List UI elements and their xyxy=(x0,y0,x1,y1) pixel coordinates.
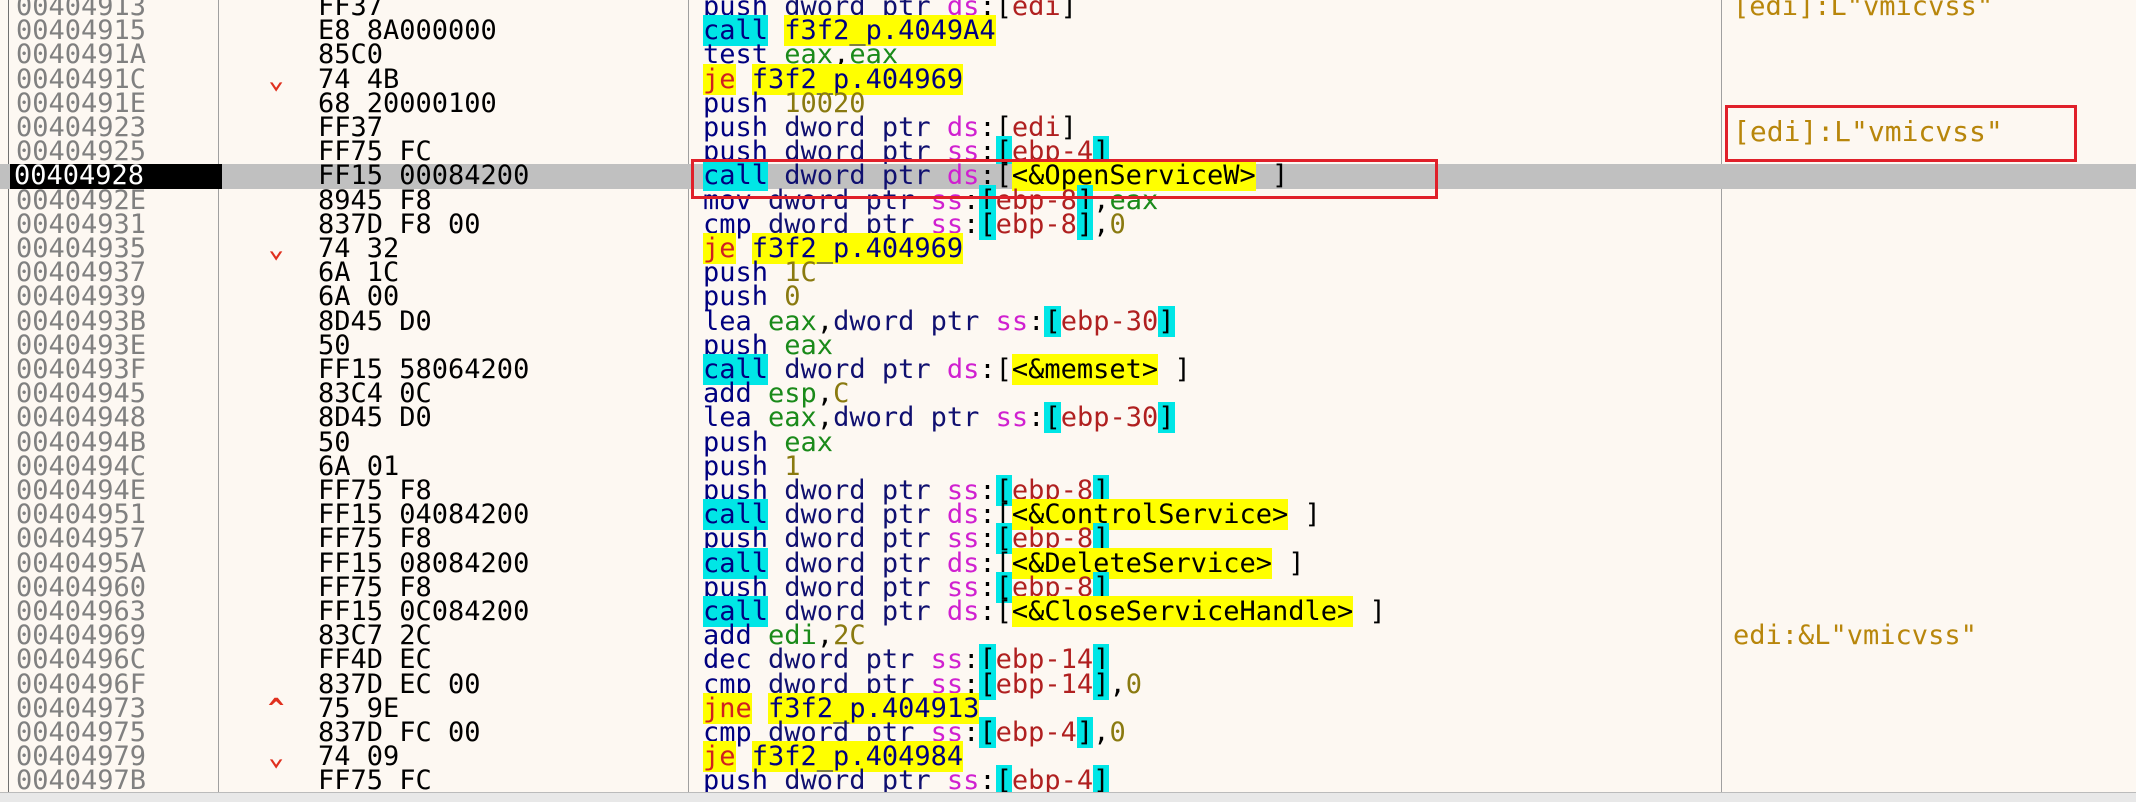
instruction-token: , xyxy=(1109,668,1126,700)
instruction-token: ] xyxy=(1093,668,1110,700)
instruction-token: <&CloseServiceHandle> xyxy=(1011,596,1354,627)
instruction-token: : xyxy=(1028,402,1045,434)
annotation-box-comment xyxy=(1725,105,2077,162)
instruction-token: [ xyxy=(979,208,996,240)
instruction-token: 0 xyxy=(1109,717,1126,748)
jump-arrow-icon: ⌄ xyxy=(268,63,285,95)
bytes-cell: FF75 FC xyxy=(318,765,432,797)
comment-cell: edi:&L"vmicvss" xyxy=(1733,620,1977,652)
disassembly-view[interactable]: 00404913 FF37 push dword ptr ds:[edi] [edi]… xyxy=(0,0,2136,802)
instruction-token: ] xyxy=(1076,208,1094,240)
instruction-token: , xyxy=(1093,208,1110,240)
instruction-token: dword ptr xyxy=(833,402,996,434)
comment-cell: [edi]:L"vmicvss" xyxy=(1733,0,1994,22)
instruction-token: ebp-4 xyxy=(995,717,1077,748)
instruction-token: : xyxy=(963,208,980,240)
instruction-token: ss xyxy=(995,305,1029,337)
instruction-token: ebp-30 xyxy=(1060,402,1159,434)
instruction-cell[interactable]: push dword ptr ss:[ebp-4] xyxy=(703,765,1110,797)
instruction-token: ds xyxy=(946,596,980,627)
instruction-token: ebp-8 xyxy=(995,208,1077,240)
instruction-token: ] xyxy=(1288,499,1321,531)
instruction-token: ] xyxy=(1271,547,1305,579)
instruction-token: ] xyxy=(1158,354,1191,385)
instruction-token: ds xyxy=(946,354,980,385)
instruction-token: ] xyxy=(1076,717,1094,748)
disasm-row[interactable]: 0040497B FF75 FC push dword ptr ss:[ebp-4] xyxy=(0,765,2136,797)
instruction-token: [ xyxy=(979,668,996,700)
instruction-token: ss xyxy=(995,402,1029,434)
instruction-token: ] xyxy=(1353,596,1386,627)
instruction-token: [ xyxy=(1044,402,1061,434)
instruction-token: : xyxy=(1028,305,1045,337)
instruction-token: 0 xyxy=(1109,208,1126,240)
jump-arrow-icon: ⌄ xyxy=(268,233,285,264)
instruction-token: , xyxy=(1093,717,1110,748)
instruction-token: dword ptr xyxy=(833,305,996,337)
instruction-token: ] xyxy=(1158,305,1175,337)
instruction-token: :[ xyxy=(979,596,1012,627)
instruction-token: ebp-14 xyxy=(995,668,1094,700)
instruction-token: : xyxy=(963,717,980,748)
instruction-token: ] xyxy=(1158,402,1175,434)
jump-arrow-icon: ^ xyxy=(268,692,285,724)
instruction-token: [ xyxy=(1044,305,1061,337)
instruction-token: 0 xyxy=(1125,668,1142,700)
instruction-token: [ xyxy=(979,717,996,748)
annotation-box-openservicew xyxy=(691,159,1438,199)
instruction-token: <&memset> xyxy=(1011,354,1159,385)
instruction-token: :[ xyxy=(979,354,1012,385)
address-cell[interactable]: 0040497B xyxy=(12,767,152,794)
instruction-token: ebp-30 xyxy=(1060,305,1159,337)
jump-arrow-icon: ⌄ xyxy=(268,741,285,773)
